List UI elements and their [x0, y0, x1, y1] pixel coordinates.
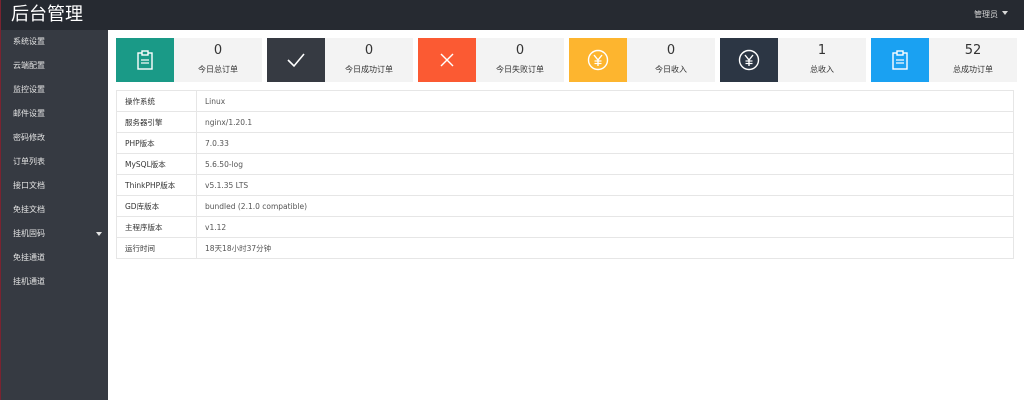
stat-cards: 0 今日总订单 0 今日成功订单 0 今日失败订单 0 今日收入 1 总收入 5… — [116, 38, 1021, 82]
app-title: 后台管理 — [11, 4, 83, 25]
sidebar-item-label: 系统设置 — [13, 37, 45, 46]
info-value: nginx/1.20.1 — [196, 111, 1014, 133]
sidebar-item-free-channel[interactable]: 免挂通道 — [1, 246, 108, 270]
sidebar-item-label: 挂机通道 — [13, 277, 45, 286]
chevron-down-icon — [96, 232, 102, 236]
stat-value: 0 — [364, 43, 374, 58]
main-content: 0 今日总订单 0 今日成功订单 0 今日失败订单 0 今日收入 1 总收入 5… — [108, 30, 1024, 400]
user-name: 管理员 — [974, 10, 998, 19]
info-value: v5.1.35 LTS — [196, 174, 1014, 196]
sidebar-item-label: 密码修改 — [13, 133, 45, 142]
sidebar-item-fixed-code[interactable]: 挂机固码 — [1, 222, 108, 246]
stat-value: 0 — [515, 43, 525, 58]
check-icon — [267, 38, 325, 82]
sidebar-item-label: 免挂通道 — [13, 253, 45, 262]
stat-label: 总收入 — [810, 65, 834, 74]
chevron-down-icon — [1002, 11, 1008, 15]
stat-card-today-success: 0 今日成功订单 — [267, 38, 413, 82]
stat-label: 今日成功订单 — [345, 65, 393, 74]
info-key: ThinkPHP版本 — [116, 174, 197, 196]
info-value: Linux — [196, 90, 1014, 112]
sidebar: 系统设置 云端配置 监控设置 邮件设置 密码修改 订单列表 接口文档 免挂文档 … — [0, 30, 108, 400]
close-icon — [418, 38, 476, 82]
table-row: 运行时间 18天18小时37分钟 — [116, 237, 1014, 259]
stat-value: 0 — [213, 43, 223, 58]
sidebar-item-label: 接口文档 — [13, 181, 45, 190]
stat-value: 1 — [817, 43, 827, 58]
yen-icon — [569, 38, 627, 82]
stat-label: 今日总订单 — [198, 65, 238, 74]
stat-label: 今日失败订单 — [496, 65, 544, 74]
info-value: 18天18小时37分钟 — [196, 237, 1014, 259]
clipboard-icon — [116, 38, 174, 82]
sidebar-item-label: 云端配置 — [13, 61, 45, 70]
info-key: GD库版本 — [116, 195, 197, 217]
sidebar-item-label: 挂机固码 — [13, 229, 45, 238]
sidebar-item-password[interactable]: 密码修改 — [1, 126, 108, 150]
table-row: GD库版本 bundled (2.1.0 compatible) — [116, 195, 1014, 217]
top-bar: 后台管理 管理员 — [0, 0, 1024, 30]
info-value: 7.0.33 — [196, 132, 1014, 154]
sidebar-item-label: 订单列表 — [13, 157, 45, 166]
info-key: MySQL版本 — [116, 153, 197, 175]
stat-label: 今日收入 — [655, 65, 687, 74]
table-row: 服务器引擎 nginx/1.20.1 — [116, 111, 1014, 133]
info-key: 主程序版本 — [116, 216, 197, 238]
info-value: v1.12 — [196, 216, 1014, 238]
sidebar-item-monitor-settings[interactable]: 监控设置 — [1, 78, 108, 102]
sidebar-item-mail-settings[interactable]: 邮件设置 — [1, 102, 108, 126]
info-value: 5.6.50-log — [196, 153, 1014, 175]
stat-card-today-income: 0 今日收入 — [569, 38, 715, 82]
stat-card-today-orders: 0 今日总订单 — [116, 38, 262, 82]
stat-label: 总成功订单 — [953, 65, 993, 74]
sidebar-item-free-docs[interactable]: 免挂文档 — [1, 198, 108, 222]
stat-card-total-income: 1 总收入 — [720, 38, 866, 82]
table-row: PHP版本 7.0.33 — [116, 132, 1014, 154]
stat-value: 52 — [964, 43, 982, 58]
stat-value: 0 — [666, 43, 676, 58]
table-row: 操作系统 Linux — [116, 90, 1014, 112]
table-row: MySQL版本 5.6.50-log — [116, 153, 1014, 175]
sidebar-item-system-settings[interactable]: 系统设置 — [1, 30, 108, 54]
sidebar-item-api-docs[interactable]: 接口文档 — [1, 174, 108, 198]
info-value: bundled (2.1.0 compatible) — [196, 195, 1014, 217]
info-key: 服务器引擎 — [116, 111, 197, 133]
info-key: 运行时间 — [116, 237, 197, 259]
yen-circle-icon — [720, 38, 778, 82]
stat-card-today-failed: 0 今日失败订单 — [418, 38, 564, 82]
info-key: PHP版本 — [116, 132, 197, 154]
sidebar-item-label: 邮件设置 — [13, 109, 45, 118]
sidebar-item-hang-channel[interactable]: 挂机通道 — [1, 270, 108, 294]
sidebar-item-orders[interactable]: 订单列表 — [1, 150, 108, 174]
table-row: 主程序版本 v1.12 — [116, 216, 1014, 238]
table-row: ThinkPHP版本 v5.1.35 LTS — [116, 174, 1014, 196]
clipboard-icon — [871, 38, 929, 82]
stat-card-total-success: 52 总成功订单 — [871, 38, 1017, 82]
info-key: 操作系统 — [116, 90, 197, 112]
sidebar-item-cloud-config[interactable]: 云端配置 — [1, 54, 108, 78]
sidebar-item-label: 免挂文档 — [13, 205, 45, 214]
system-info-table: 操作系统 Linux 服务器引擎 nginx/1.20.1 PHP版本 7.0.33 … — [116, 90, 1014, 259]
user-menu[interactable]: 管理员 — [974, 8, 1008, 22]
sidebar-item-label: 监控设置 — [13, 85, 45, 94]
